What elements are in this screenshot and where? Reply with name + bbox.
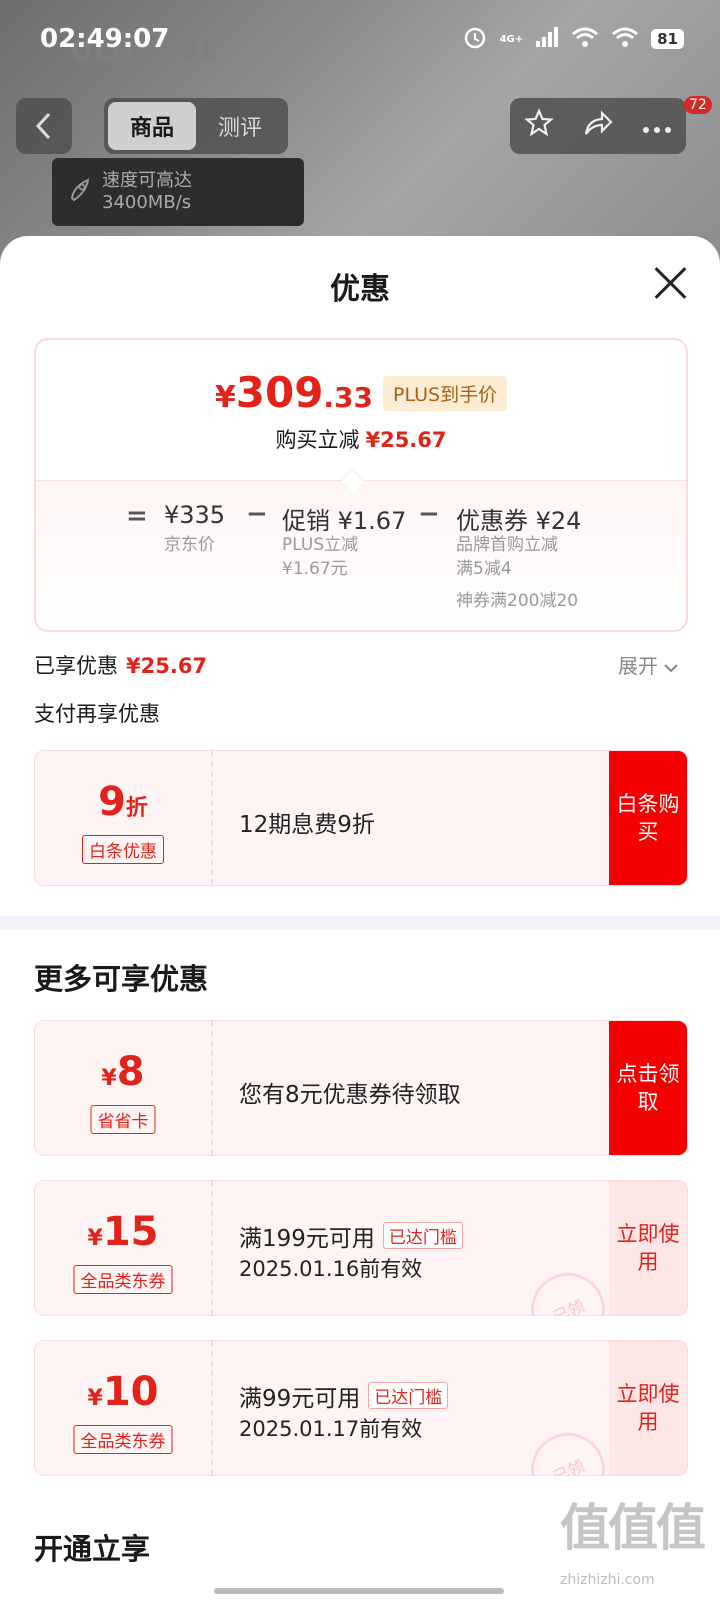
purchase-reduction: 购买立减 ¥25.67 [275, 428, 447, 452]
tab-review[interactable]: 测评 [196, 102, 284, 150]
wifi-icon-secondary [611, 26, 639, 52]
baitiao-buy-button[interactable]: 白条购买 [609, 751, 687, 885]
baitiao-offer: 9折 白条优惠 12期息费9折 白条购买 [34, 750, 688, 886]
coupon-card: ¥8 省省卡 您有8元优惠券待领取 点击领取 [34, 1020, 688, 1156]
watermark-logo: 值值值 [560, 1499, 706, 1557]
coupon-validity: 2025.01.17前有效 [239, 1417, 423, 1441]
sheet-title: 优惠 [330, 272, 390, 307]
speed-label: 速度可高达 [102, 170, 192, 191]
baitiao-label: 白条优惠 [82, 835, 164, 864]
use-coupon-button[interactable]: 立即使用 [609, 1341, 687, 1475]
threshold-reached-tag: 已达门槛 [382, 1222, 463, 1249]
wifi-icon [571, 26, 599, 52]
more-icon[interactable] [642, 111, 672, 141]
claimed-stamp: 已领 [518, 1420, 618, 1475]
tab-product[interactable]: 商品 [108, 102, 196, 150]
home-indicator[interactable] [214, 1588, 504, 1594]
speed-banner: 速度可高达 3400MB/s [52, 158, 304, 226]
baitiao-discount: 9折 [98, 779, 148, 825]
favorite-star-icon[interactable] [524, 107, 554, 145]
rocket-icon [66, 176, 94, 211]
battery-indicator: 81 [651, 29, 684, 49]
chevron-down-icon [664, 664, 679, 673]
coupon-price: 优惠券 ¥24 [456, 507, 582, 535]
section-divider [0, 916, 720, 930]
promo-sub-2: ¥1.67元 [282, 559, 348, 579]
coupon-label: 全品类东券 [73, 1425, 173, 1454]
equals-sign: = [126, 501, 148, 531]
price-breakdown: = ¥335 京东价 − 促销 ¥1.67 PLUS立减 ¥1.67元 − 优惠… [36, 480, 686, 630]
promo-price: 促销 ¥1.67 [282, 507, 407, 535]
threshold-reached-tag: 已达门槛 [368, 1382, 449, 1409]
coupon-amount: ¥8 [101, 1049, 145, 1095]
expand-button[interactable]: 展开 [618, 650, 679, 679]
final-price: ¥309.33 [214, 368, 374, 417]
clock: 02:49:07 [40, 24, 170, 54]
use-coupon-button[interactable]: 立即使用 [609, 1181, 687, 1315]
claim-coupon-button[interactable]: 点击领取 [609, 1021, 687, 1155]
plus-price-tag: PLUS到手价 [383, 376, 508, 411]
coupon-label: 全品类东券 [73, 1265, 173, 1294]
more-offers-title: 更多可享优惠 [34, 962, 209, 996]
share-icon[interactable] [582, 108, 614, 145]
coupon-sub-3: 神券满200减20 [456, 591, 579, 611]
close-icon[interactable] [652, 264, 688, 300]
coupon-amount: ¥15 [87, 1209, 159, 1255]
coupon-sub-1: 品牌首购立减 [456, 535, 558, 555]
back-button[interactable] [16, 98, 72, 154]
chevron-left-icon [35, 112, 51, 140]
coupon-card: ¥10 全品类东券 满99元可用 已达门槛 2025.01.17前有效 已领 立即… [34, 1340, 688, 1476]
minus-sign: − [246, 499, 268, 529]
coupon-label: 省省卡 [90, 1105, 156, 1134]
pay-more-heading: 支付再享优惠 [34, 702, 160, 726]
price-summary-card: ¥309.33 PLUS到手价 购买立减 ¥25.67 = ¥335 京东价 − … [34, 338, 688, 632]
coupon-card: ¥15 全品类东券 满199元可用 已达门槛 2025.01.16前有效 已领 立… [34, 1180, 688, 1316]
status-icons: 4G+ 81 [462, 24, 684, 54]
jd-price: ¥335 [164, 501, 226, 529]
alarm-icon [462, 24, 488, 54]
coupon-amount: ¥10 [87, 1369, 159, 1415]
promo-sub-1: PLUS立减 [282, 535, 359, 555]
status-bar: 02:49:07 4G+ 81 [0, 0, 720, 80]
signal-icon [535, 26, 559, 52]
baitiao-desc: 12期息费9折 [239, 812, 375, 838]
coupon-sub-2: 满5减4 [456, 559, 512, 579]
coupon-desc: 您有8元优惠券待领取 [239, 1082, 461, 1108]
jd-price-label: 京东价 [164, 535, 215, 555]
coupon-desc: 满199元可用 已达门槛 [239, 1219, 463, 1253]
speed-value: 3400MB/s [102, 192, 192, 213]
product-tab-switcher: 商品 测评 [104, 98, 288, 154]
coupon-validity: 2025.01.16前有效 [239, 1257, 423, 1281]
message-count-badge: 72 [684, 96, 712, 114]
top-actions [510, 98, 686, 154]
coupon-desc: 满99元可用 已达门槛 [239, 1379, 449, 1413]
watermark-url: zhizhizhi.com [560, 1572, 655, 1588]
network-type: 4G+ [499, 33, 524, 45]
discount-sheet: 优惠 ¥309.33 PLUS到手价 购买立减 ¥25.67 = ¥335 京东价… [0, 236, 720, 1600]
enjoyed-discount: 已享优惠 ¥25.67 [34, 654, 208, 678]
open-membership-title: 开通立享 [34, 1532, 151, 1566]
minus-sign-2: − [418, 499, 440, 529]
claimed-stamp: 已领 [518, 1260, 618, 1315]
